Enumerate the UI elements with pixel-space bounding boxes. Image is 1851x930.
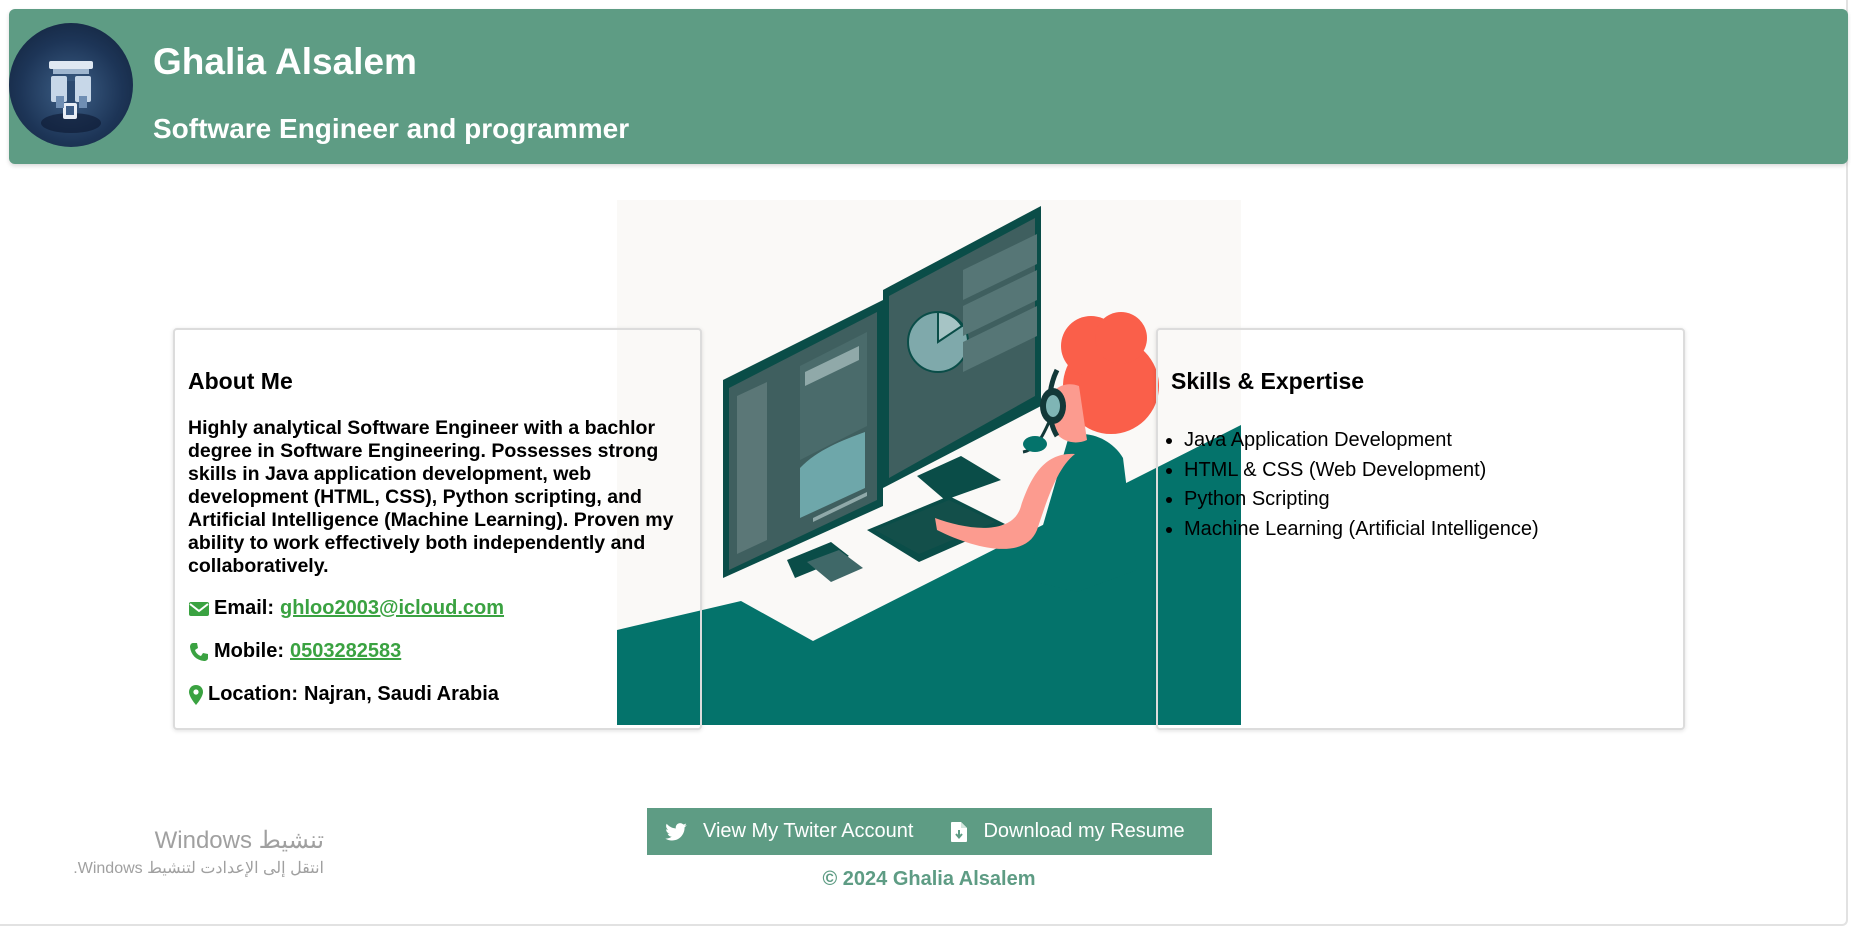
developer-illustration: [617, 200, 1241, 725]
skills-list: Java Application Development HTML & CSS …: [1158, 426, 1539, 544]
email-link[interactable]: ghloo2003@icloud.com: [280, 597, 504, 620]
watermark-title: تنشيط Windows: [154, 827, 324, 854]
twitter-button-label: View My Twiter Account: [703, 820, 914, 842]
mobile-label: Mobile:: [214, 640, 284, 662]
page-title: Ghalia Alsalem: [153, 41, 417, 82]
email-row: Email: ghloo2003@icloud.com: [188, 597, 504, 620]
twitter-account-button[interactable]: View My Twiter Account: [665, 820, 913, 843]
skill-item: Java Application Development: [1184, 426, 1539, 456]
page: Ghalia Alsalem Software Engineer and pro…: [0, 0, 1851, 930]
watermark-subtitle: انتقل إلى الإعدادت لتنشيط Windows.: [73, 860, 324, 877]
skills-card: Skills & Expertise Java Application Deve…: [1156, 328, 1685, 730]
phone-icon: [188, 641, 210, 663]
file-download-icon: [951, 821, 968, 842]
location-row: Location: Najran, Saudi Arabia: [188, 683, 499, 706]
location-value: Najran, Saudi Arabia: [304, 683, 499, 705]
resume-button-label: Download my Resume: [983, 820, 1185, 842]
download-resume-button[interactable]: Download my Resume: [951, 820, 1185, 843]
header-banner: Ghalia Alsalem Software Engineer and pro…: [9, 9, 1848, 164]
profile-avatar: [9, 23, 133, 147]
page-subtitle: Software Engineer and programmer: [153, 113, 630, 144]
mobile-link[interactable]: 0503282583: [290, 640, 401, 663]
email-label: Email:: [214, 597, 275, 619]
skill-item: Python Scripting: [1184, 485, 1539, 515]
skills-heading: Skills & Expertise: [1171, 368, 1365, 394]
skill-item: Machine Learning (Artificial Intelligenc…: [1184, 515, 1539, 545]
about-description: Highly analytical Software Engineer with…: [188, 417, 674, 577]
mobile-row: Mobile: 0503282583: [188, 640, 401, 663]
envelope-icon: [188, 598, 210, 620]
windows-activation-watermark: تنشيط Windows انتقل إلى الإعدادت لتنشيط …: [30, 826, 324, 880]
twitter-icon: [665, 822, 687, 841]
action-bar: View My Twiter Account Download my Resum…: [647, 808, 1212, 855]
location-label: Location:: [208, 683, 298, 705]
map-pin-icon: [188, 684, 204, 706]
skill-item: HTML & CSS (Web Development): [1184, 456, 1539, 486]
about-heading: About Me: [188, 368, 293, 394]
about-card: About Me Highly analytical Software Engi…: [173, 328, 702, 730]
